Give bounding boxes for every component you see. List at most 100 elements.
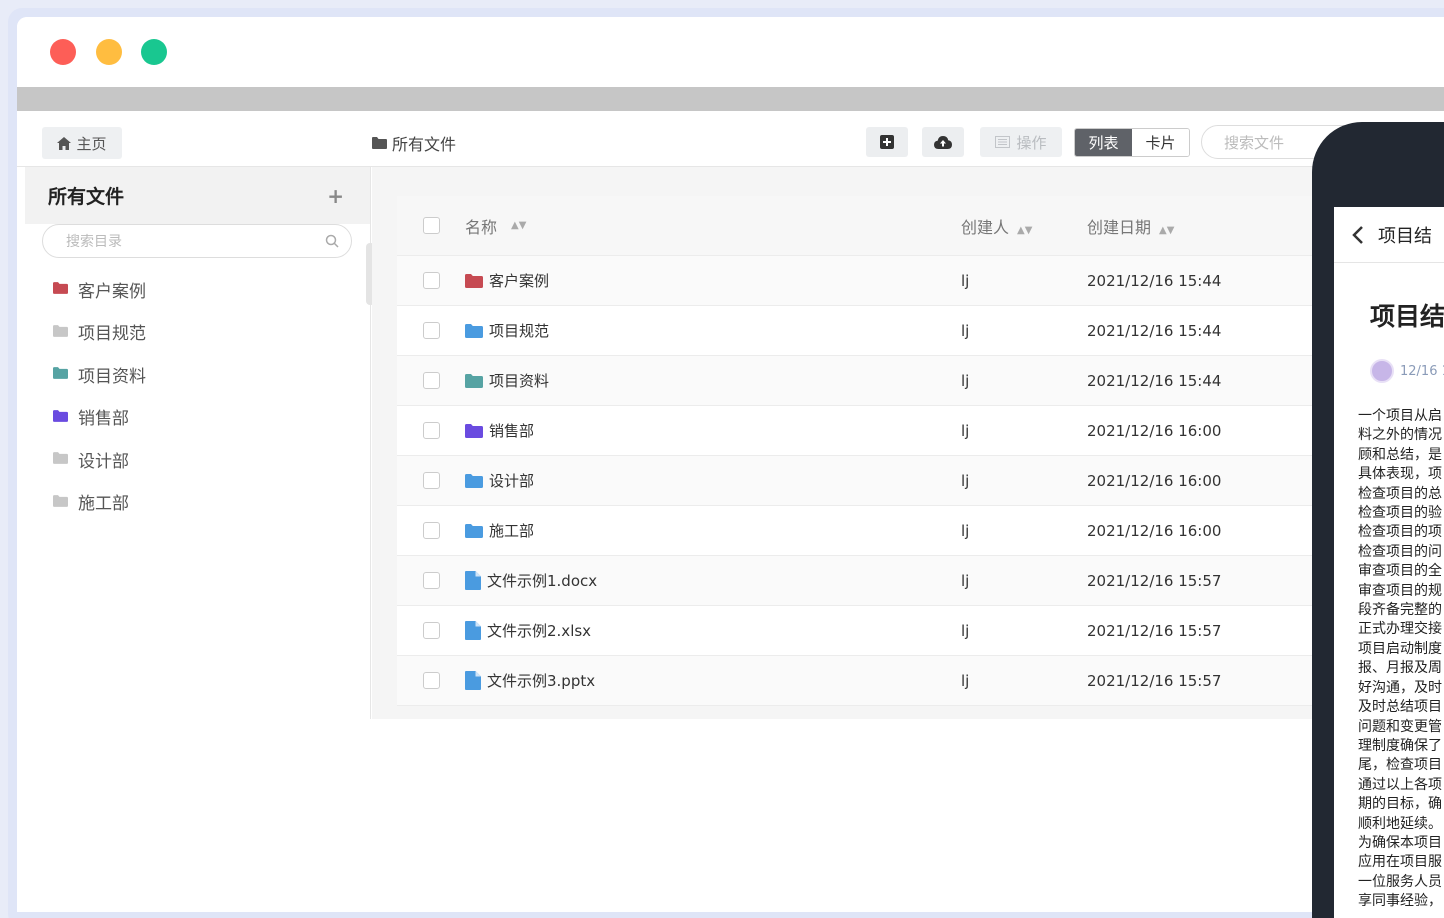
row-checkbox[interactable]	[422, 522, 440, 539]
sidebar-item[interactable]: 设计部	[25, 438, 370, 481]
folder-icon	[53, 407, 68, 427]
upload-button[interactable]	[922, 127, 964, 157]
row-checkbox[interactable]	[422, 572, 440, 589]
file-name[interactable]: 文件示例3.pptx	[487, 670, 595, 691]
view-toggle: 列表 卡片	[1074, 128, 1190, 157]
document-line: 检查项目的项	[1358, 524, 1442, 541]
table-header: 名称 ▲▼ 创建人 ▲▼ 创建日期 ▲▼	[397, 196, 1444, 256]
operate-label: 操作	[1016, 133, 1047, 152]
row-checkbox[interactable]	[422, 672, 440, 689]
column-date-header[interactable]: 创建日期 ▲▼	[1087, 214, 1337, 238]
document-line: 通过以上各项	[1358, 776, 1442, 793]
table-row[interactable]: 文件示例1.docx lj 2021/12/16 15:57	[397, 556, 1444, 606]
document-date: 12/16 1	[1400, 363, 1444, 379]
document-line: 一位服务人员	[1358, 873, 1442, 890]
home-button[interactable]: 主页	[42, 127, 122, 159]
file-name[interactable]: 文件示例1.docx	[487, 570, 597, 591]
table-body: 客户案例 lj 2021/12/16 15:44 项目规范 lj 2021/12/16 1…	[397, 256, 1444, 706]
phone-screen: 项目结 项目结 12/16 1 一个项目从启料之外的情况顾和总结，是具体表现，项…	[1334, 207, 1444, 918]
select-all-checkbox[interactable]	[422, 217, 440, 234]
directory-list: 客户案例项目规范 项目资料销售部设计部施工部	[25, 268, 370, 523]
sidebar-title: 所有文件	[48, 186, 125, 208]
creator-cell: lj	[961, 621, 970, 640]
list-icon	[995, 136, 1011, 148]
document-line: 项目启动制度	[1358, 640, 1442, 657]
folder-icon	[53, 364, 68, 384]
search-icon	[325, 234, 339, 248]
close-window-button[interactable]	[50, 39, 76, 65]
sidebar: 所有文件 + 搜索目录 客户案例项目规范 项目资料销售部设计部施工部	[25, 167, 371, 719]
document-line: 具体表现，项	[1358, 466, 1442, 483]
sort-icon: ▲▼	[1017, 224, 1033, 236]
creator-cell: lj	[961, 421, 970, 440]
list-view-button[interactable]: 列表	[1075, 129, 1132, 156]
file-name[interactable]: 客户案例	[489, 270, 549, 291]
toolbar: 主页 所有文件 操作 列表 卡片 搜索文件	[17, 111, 1444, 167]
creator-cell: lj	[961, 471, 970, 490]
file-name[interactable]: 销售部	[489, 420, 534, 441]
sidebar-item[interactable]: 客户案例	[25, 268, 370, 311]
folder-icon	[465, 473, 483, 488]
sidebar-item[interactable]: 施工部	[25, 481, 370, 524]
phone-nav-bar: 项目结	[1334, 207, 1444, 263]
table-row[interactable]: 销售部 lj 2021/12/16 16:00	[397, 406, 1444, 456]
table-row[interactable]: 文件示例3.pptx lj 2021/12/16 15:57	[397, 656, 1444, 706]
document-title: 项目结	[1370, 302, 1444, 331]
title-bar	[17, 17, 1444, 87]
operate-button[interactable]: 操作	[980, 127, 1062, 157]
directory-search-input[interactable]: 搜索目录	[42, 224, 352, 258]
sidebar-item-label: 客户案例	[78, 281, 146, 302]
file-name[interactable]: 项目规范	[489, 320, 549, 341]
row-checkbox[interactable]	[422, 422, 440, 439]
document-line: 审查项目的规	[1358, 582, 1442, 599]
file-name[interactable]: 文件示例2.xlsx	[487, 620, 591, 641]
document-line: 顾和总结，是	[1358, 446, 1442, 463]
home-label: 主页	[76, 134, 107, 153]
row-checkbox[interactable]	[422, 322, 440, 339]
file-list-panel: 名称 ▲▼ 创建人 ▲▼ 创建日期 ▲▼ 客户案例 lj 2021/12/16 15:44…	[372, 167, 1444, 912]
new-file-button[interactable]	[866, 127, 908, 157]
back-chevron-icon[interactable]	[1352, 225, 1364, 245]
sidebar-item-label: 销售部	[78, 409, 129, 430]
date-cell: 2021/12/16 15:57	[1087, 621, 1222, 640]
table-row[interactable]: 项目资料 lj 2021/12/16 15:44	[397, 356, 1444, 406]
date-cell: 2021/12/16 15:57	[1087, 571, 1222, 590]
maximize-window-button[interactable]	[141, 39, 167, 65]
file-name[interactable]: 项目资料	[489, 370, 549, 391]
document-meta: 12/16 1	[1334, 333, 1444, 383]
row-checkbox[interactable]	[422, 272, 440, 289]
document-line: 检查项目的总	[1358, 485, 1442, 502]
table-row[interactable]: 项目规范 lj 2021/12/16 15:44	[397, 306, 1444, 356]
row-checkbox[interactable]	[422, 372, 440, 389]
folder-icon	[465, 373, 483, 388]
row-checkbox[interactable]	[422, 622, 440, 639]
add-folder-icon[interactable]: +	[327, 184, 344, 208]
sidebar-item[interactable]: 项目资料	[25, 353, 370, 396]
table-row[interactable]: 客户案例 lj 2021/12/16 15:44	[397, 256, 1444, 306]
cloud-upload-icon	[934, 135, 952, 149]
document-icon	[465, 621, 481, 640]
table-row[interactable]: 文件示例2.xlsx lj 2021/12/16 15:57	[397, 606, 1444, 656]
row-checkbox[interactable]	[422, 472, 440, 489]
minimize-window-button[interactable]	[96, 39, 122, 65]
date-cell: 2021/12/16 15:44	[1087, 371, 1222, 390]
date-cell: 2021/12/16 16:00	[1087, 421, 1222, 440]
creator-cell: lj	[961, 371, 970, 390]
sidebar-item[interactable]: 项目规范	[25, 311, 370, 354]
document-line: 一个项目从启	[1358, 408, 1442, 424]
document-line: 检查项目的问	[1358, 543, 1442, 560]
folder-icon	[53, 322, 68, 342]
file-name[interactable]: 设计部	[489, 470, 534, 491]
sidebar-item[interactable]: 销售部	[25, 396, 370, 439]
document-line: 料之外的情况	[1358, 427, 1442, 444]
sidebar-item-label: 设计部	[78, 451, 129, 472]
card-view-button[interactable]: 卡片	[1132, 129, 1189, 156]
table-row[interactable]: 设计部 lj 2021/12/16 16:00	[397, 456, 1444, 506]
file-name[interactable]: 施工部	[489, 520, 534, 541]
column-creator-header[interactable]: 创建人 ▲▼	[961, 214, 1087, 238]
column-name-header[interactable]: 名称 ▲▼	[465, 214, 961, 238]
address-bar	[17, 87, 1444, 111]
document-icon	[465, 671, 481, 690]
table-row[interactable]: 施工部 lj 2021/12/16 16:00	[397, 506, 1444, 556]
sidebar-item-label: 施工部	[78, 494, 129, 515]
